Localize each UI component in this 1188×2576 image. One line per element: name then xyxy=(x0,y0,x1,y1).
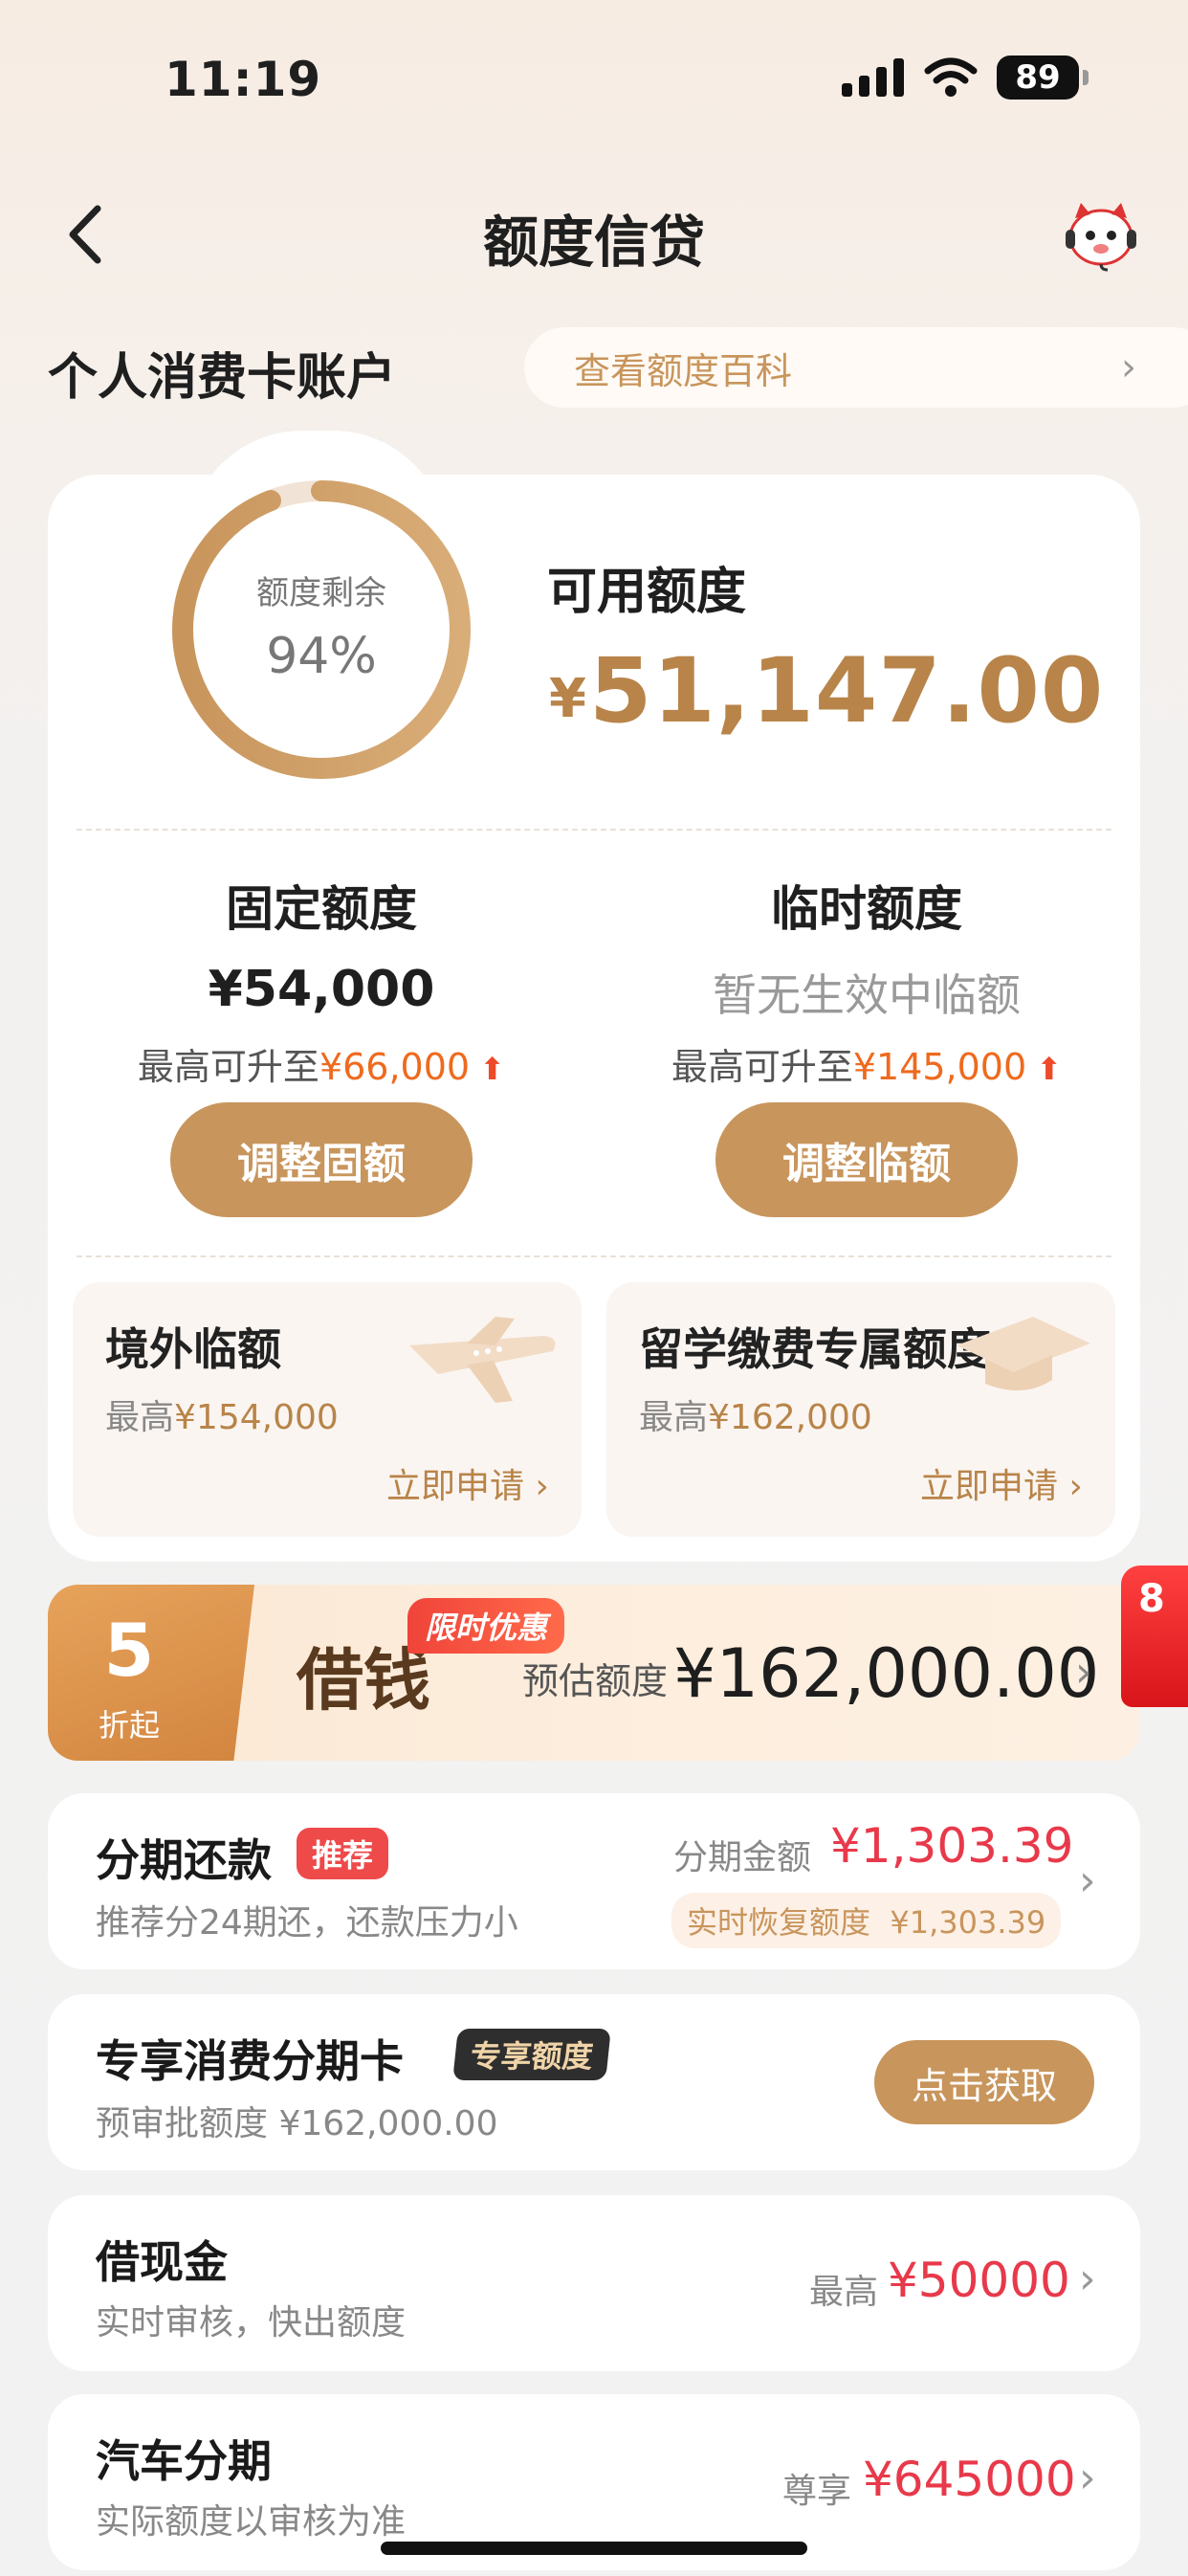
temp-value: 暂无生效中临额 xyxy=(713,969,1021,1021)
study-apply-link[interactable]: 立即申请 › xyxy=(920,1458,1083,1508)
installment-title: 分期还款 xyxy=(96,1834,272,1886)
quota-wiki-link[interactable]: 查看额度百科 › xyxy=(524,327,1188,408)
chevron-right-icon: › xyxy=(1079,1856,1096,1905)
cash-subtitle: 实时审核，快出额度 xyxy=(96,2303,407,2343)
chevron-right-icon: › xyxy=(1121,345,1136,389)
study-max-prefix: 最高 xyxy=(639,1398,709,1437)
study-max: 最高¥162,000 xyxy=(639,1389,872,1439)
auto-right-label: 尊享 xyxy=(782,2472,852,2511)
battery-tip xyxy=(1083,70,1089,85)
discount-number: 5 xyxy=(103,1608,155,1693)
arrow-up-icon: ⬆ xyxy=(1026,1051,1063,1087)
get-card-button[interactable]: 点击获取 xyxy=(874,2040,1094,2124)
page-title: 额度信贷 xyxy=(482,210,705,275)
fixed-upgrade-value: ¥66,000 xyxy=(319,1046,471,1088)
cash-title: 借现金 xyxy=(96,2236,228,2288)
available-amount: 51,147.00 xyxy=(589,639,1105,744)
graduation-cap-icon xyxy=(957,1317,1090,1391)
available-currency: ¥ xyxy=(549,668,586,730)
overseas-max-value: ¥154,000 xyxy=(174,1398,339,1437)
arrow-up-icon: ⬆ xyxy=(470,1051,506,1087)
remaining-label: 额度剩余 xyxy=(256,574,386,612)
overseas-apply-link[interactable]: 立即申请 › xyxy=(386,1458,549,1508)
divider xyxy=(77,829,1111,831)
account-title: 个人消费卡账户 xyxy=(48,349,397,407)
temp-title: 临时额度 xyxy=(771,881,962,937)
installment-amount-label: 分期金额 xyxy=(673,1838,812,1877)
fixed-title: 固定额度 xyxy=(226,881,417,937)
status-icons: 89 xyxy=(842,53,1089,102)
restore-label: 实时恢复额度 xyxy=(687,1904,871,1941)
overseas-title: 境外临额 xyxy=(105,1323,281,1375)
estimate-label: 预估额度 xyxy=(522,1660,669,1702)
divider xyxy=(77,1255,1111,1257)
signal-icon xyxy=(842,58,904,97)
chevron-right-icon: › xyxy=(1079,2454,1096,2502)
cash-right-value: ¥50000 xyxy=(888,2253,1070,2308)
restore-pill: 实时恢复额度 ¥1,303.39 xyxy=(671,1893,1062,1948)
discount-suffix: 折起 xyxy=(98,1707,160,1743)
overseas-max: 最高¥154,000 xyxy=(105,1389,339,1439)
fixed-upgrade-prefix: 最高可升至 xyxy=(137,1046,319,1088)
consumer-card-subtitle: 预审批额度 ¥162,000.00 xyxy=(96,2104,498,2143)
customer-service-icon[interactable] xyxy=(1060,197,1142,272)
study-title: 留学缴费专属额度 xyxy=(639,1323,991,1375)
chevron-right-icon: › xyxy=(1079,2254,1096,2303)
chevron-right-icon: › xyxy=(1075,1648,1092,1697)
quota-wiki-label: 查看额度百科 xyxy=(574,349,793,392)
auto-title: 汽车分期 xyxy=(96,2435,272,2487)
cash-right-label: 最高 xyxy=(809,2273,879,2312)
restore-value: ¥1,303.39 xyxy=(890,1904,1046,1941)
airplane-icon xyxy=(409,1317,556,1403)
wifi-icon xyxy=(924,57,978,97)
study-max-value: ¥162,000 xyxy=(708,1398,872,1437)
temp-upgrade-prefix: 最高可升至 xyxy=(671,1046,853,1088)
available-label: 可用额度 xyxy=(547,564,747,621)
overseas-max-prefix: 最高 xyxy=(105,1398,175,1437)
limited-offer-tag: 限时优惠 xyxy=(407,1598,565,1654)
remaining-percent: 94% xyxy=(266,628,377,685)
installment-amount-value: ¥1,303.39 xyxy=(830,1818,1074,1874)
estimate-value: ¥162,000.00 xyxy=(673,1634,1100,1713)
fixed-upgrade: 最高可升至¥66,000 ⬆ xyxy=(54,1037,589,1090)
auto-right-value: ¥645000 xyxy=(863,2452,1076,2507)
temp-upgrade-value: ¥145,000 xyxy=(852,1046,1027,1088)
fixed-value: ¥54,000 xyxy=(208,961,435,1018)
home-indicator xyxy=(381,2542,807,2555)
adjust-temp-button[interactable]: 调整临额 xyxy=(715,1102,1018,1217)
recommend-badge: 推荐 xyxy=(297,1828,389,1879)
status-time: 11:19 xyxy=(165,52,322,107)
battery-indicator: 89 xyxy=(997,56,1079,100)
adjust-fixed-button[interactable]: 调整固额 xyxy=(170,1102,473,1217)
side-promo-badge[interactable]: 8 xyxy=(1121,1566,1188,1707)
installment-subtitle: 推荐分24期还，还款压力小 xyxy=(96,1903,518,1943)
exclusive-badge: 专享额度 xyxy=(452,2029,611,2080)
temp-upgrade: 最高可升至¥145,000 ⬆ xyxy=(599,1037,1134,1090)
auto-subtitle: 实际额度以审核为准 xyxy=(96,2502,407,2542)
consumer-card-title: 专享消费分期卡 xyxy=(96,2035,404,2087)
